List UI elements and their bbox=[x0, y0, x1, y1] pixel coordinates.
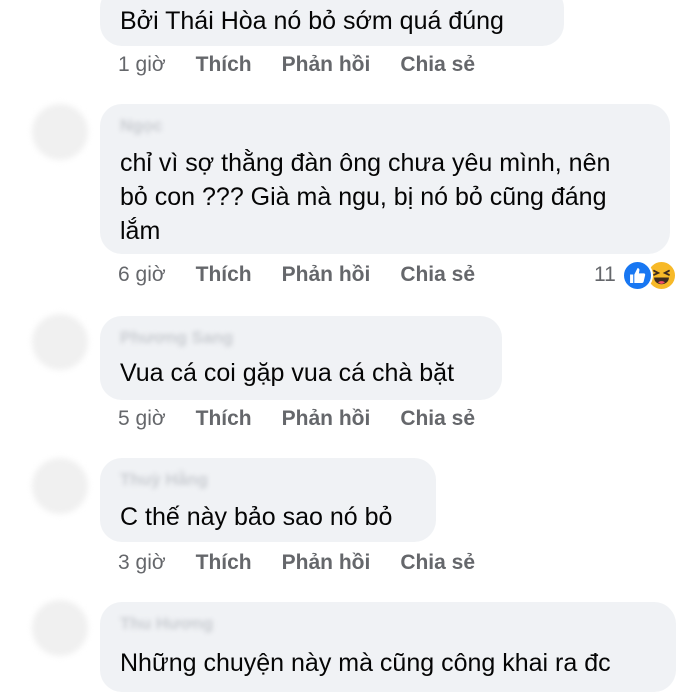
comment-text: lắm bbox=[120, 217, 161, 245]
comment-actions: 3 giờ Thích Phản hồi Chia sẻ bbox=[118, 548, 505, 578]
comment-author[interactable]: Phương Sang bbox=[120, 328, 233, 348]
comment-author[interactable]: Thuỳ Hằng bbox=[120, 470, 208, 490]
comment-bubble: Phương Sang Vua cá coi gặp vua cá chà bặ… bbox=[100, 316, 502, 400]
reply-button[interactable]: Phản hồi bbox=[282, 53, 371, 77]
share-button[interactable]: Chia sẻ bbox=[400, 53, 475, 77]
like-button[interactable]: Thích bbox=[196, 407, 252, 431]
share-button[interactable]: Chia sẻ bbox=[400, 407, 475, 431]
like-button[interactable]: Thích bbox=[196, 551, 252, 575]
reply-button[interactable]: Phản hồi bbox=[282, 551, 371, 575]
comment-text: chỉ vì sợ thằng đàn ông chưa yêu mình, n… bbox=[120, 149, 611, 177]
like-icon bbox=[621, 259, 653, 291]
comment-author[interactable]: Thu Hương bbox=[120, 614, 213, 634]
share-button[interactable]: Chia sẻ bbox=[400, 551, 475, 575]
comment-text: bỏ con ??? Già mà ngu, bị nó bỏ cũng đán… bbox=[120, 183, 607, 211]
share-button[interactable]: Chia sẻ bbox=[400, 263, 475, 287]
avatar[interactable] bbox=[32, 600, 88, 656]
comment-time[interactable]: 5 giờ bbox=[118, 407, 166, 431]
reply-button[interactable]: Phản hồi bbox=[282, 263, 371, 287]
comment-text: Những chuyện này mà cũng công khai ra đc bbox=[120, 649, 611, 677]
avatar[interactable] bbox=[32, 458, 88, 514]
comment-text: Bởi Thái Hòa nó bỏ sớm quá đúng bbox=[120, 7, 504, 35]
comment-bubble: Ngọc chỉ vì sợ thằng đàn ông chưa yêu mì… bbox=[100, 104, 670, 254]
like-button[interactable]: Thích bbox=[196, 53, 252, 77]
like-button[interactable]: Thích bbox=[196, 263, 252, 287]
comment-bubble: Thuỳ Hằng C thế này bảo sao nó bỏ bbox=[100, 458, 436, 542]
reaction-count: 11 bbox=[594, 263, 616, 286]
comment-time[interactable]: 1 giờ bbox=[118, 53, 166, 77]
avatar[interactable] bbox=[32, 104, 88, 160]
comment-actions: 1 giờ Thích Phản hồi Chia sẻ bbox=[118, 50, 505, 80]
reply-button[interactable]: Phản hồi bbox=[282, 407, 371, 431]
comment-text: Vua cá coi gặp vua cá chà bặt bbox=[120, 359, 455, 387]
comment-time[interactable]: 3 giờ bbox=[118, 551, 166, 575]
reaction-summary[interactable]: 11 bbox=[594, 259, 677, 291]
comment-actions: 5 giờ Thích Phản hồi Chia sẻ bbox=[118, 404, 505, 434]
comment-actions: 6 giờ Thích Phản hồi Chia sẻ bbox=[118, 260, 505, 290]
comment-bubble: Bởi Thái Hòa nó bỏ sớm quá đúng bbox=[100, 0, 564, 46]
comment-text: C thế này bảo sao nó bỏ bbox=[120, 503, 393, 531]
comment-author[interactable]: Ngọc bbox=[120, 116, 163, 136]
comment-time[interactable]: 6 giờ bbox=[118, 263, 166, 287]
comment-bubble: Thu Hương Những chuyện này mà cũng công … bbox=[100, 602, 676, 692]
avatar[interactable] bbox=[32, 314, 88, 370]
